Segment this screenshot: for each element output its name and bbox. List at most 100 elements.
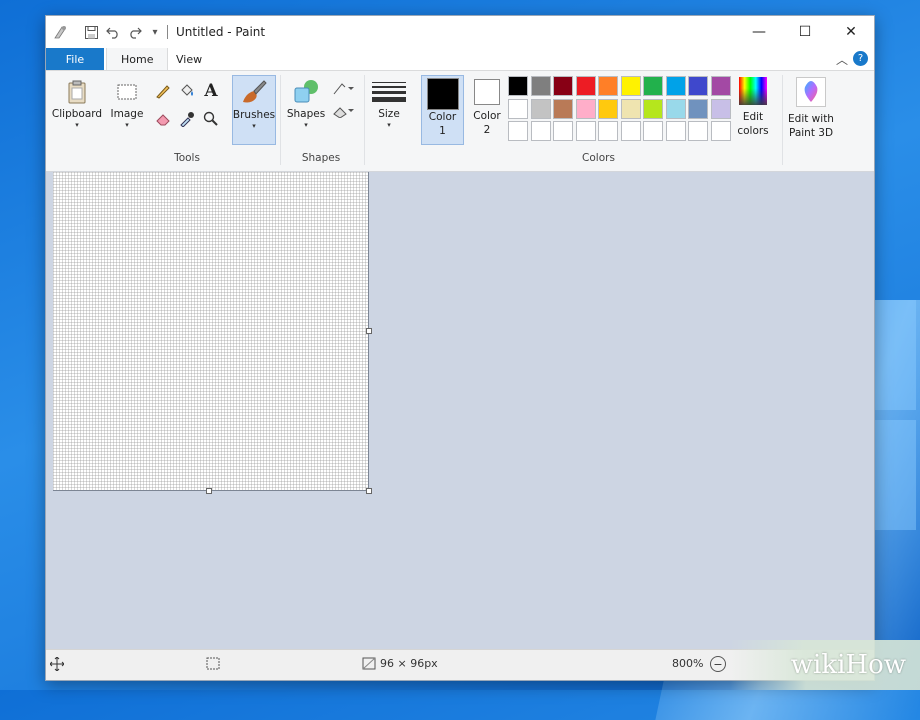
palette-swatch[interactable]: [665, 121, 686, 141]
edit-with-paint3d-button[interactable]: Edit with Paint 3D: [784, 77, 838, 140]
tab-file[interactable]: File: [46, 48, 104, 70]
edit-colors-label-2: colors: [737, 125, 769, 137]
chevron-down-icon: ▾: [387, 121, 391, 129]
palette-swatch[interactable]: [643, 76, 663, 96]
clipboard-label: Clipboard: [51, 108, 103, 120]
image-size-text: 96 × 96px: [380, 657, 438, 670]
undo-icon[interactable]: [104, 22, 122, 42]
edit-paint3d-label-1: Edit with: [788, 113, 834, 125]
eraser-icon[interactable]: [152, 109, 174, 129]
color2-swatch: [474, 79, 500, 105]
ribbon-tab-bar: File Home View ︿ ?: [46, 48, 874, 71]
palette-swatch[interactable]: [643, 98, 663, 119]
palette-swatch[interactable]: [553, 76, 573, 96]
group-divider: [280, 75, 281, 165]
text-tool-icon[interactable]: A: [200, 81, 222, 101]
title-separator: [167, 25, 168, 39]
resize-handle-corner[interactable]: [366, 488, 372, 494]
palette-swatch[interactable]: [620, 76, 641, 96]
edit-colors-label-1: Edit: [742, 111, 764, 123]
palette-swatch[interactable]: [688, 76, 708, 96]
palette-swatch[interactable]: [688, 121, 708, 141]
minimize-button[interactable]: —: [736, 16, 782, 48]
palette-swatch[interactable]: [508, 121, 528, 141]
palette-swatch[interactable]: [620, 121, 641, 141]
palette-swatch[interactable]: [553, 98, 573, 119]
tab-view[interactable]: View: [176, 48, 202, 70]
palette-swatch[interactable]: [665, 76, 686, 96]
palette-swatch[interactable]: [598, 76, 618, 96]
palette-swatch[interactable]: [665, 98, 686, 119]
color1-button[interactable]: Color 1: [421, 75, 464, 145]
palette-swatch[interactable]: [598, 98, 618, 119]
size-button[interactable]: Size ▾: [368, 77, 410, 129]
magnifier-icon[interactable]: [200, 109, 222, 129]
palette-swatch[interactable]: [575, 76, 596, 96]
palette-swatch[interactable]: [598, 121, 618, 141]
close-button[interactable]: ✕: [828, 16, 874, 48]
wikihow-watermark: wikiHow: [730, 640, 920, 690]
palette-swatch[interactable]: [688, 98, 708, 119]
select-icon: [114, 77, 140, 107]
color2-number: 2: [483, 124, 491, 136]
shapes-button[interactable]: Shapes ▾: [284, 77, 328, 129]
redo-icon[interactable]: [126, 22, 144, 42]
tab-home[interactable]: Home: [106, 48, 169, 70]
color-picker-icon[interactable]: [176, 109, 198, 129]
palette-swatch[interactable]: [575, 121, 596, 141]
image-size-indicator: 96 × 96px: [362, 657, 438, 670]
save-icon[interactable]: [82, 22, 100, 42]
zoom-level-text: 800%: [672, 657, 704, 670]
resize-handle-right[interactable]: [366, 328, 372, 334]
palette-swatch[interactable]: [575, 98, 596, 119]
brushes-button[interactable]: Brushes ▾: [232, 75, 276, 145]
group-divider: [782, 75, 783, 165]
paint3d-icon: [796, 77, 826, 107]
ribbon: Clipboard ▾ Image ▾ A Brushes ▾ Tools Sh…: [46, 71, 874, 172]
image-button[interactable]: Image ▾: [104, 77, 150, 129]
color2-label: Color: [473, 110, 501, 122]
fill-bucket-icon[interactable]: [176, 81, 198, 101]
palette-swatch[interactable]: [530, 121, 551, 141]
edit-colors-button[interactable]: Edit colors: [730, 77, 776, 138]
palette-swatch[interactable]: [553, 121, 573, 141]
title-bar: ▾ Untitled - Paint — ☐ ✕: [46, 16, 874, 48]
customize-quick-access-button[interactable]: ▾: [148, 22, 162, 42]
palette-swatch[interactable]: [530, 76, 551, 96]
move-icon: [50, 657, 64, 671]
paint-app-icon[interactable]: [52, 22, 70, 42]
image-label: Image: [110, 108, 144, 120]
brushes-label: Brushes: [232, 109, 276, 121]
palette-swatch[interactable]: [508, 76, 528, 96]
paint-window: ▾ Untitled - Paint — ☐ ✕ File Home View …: [45, 15, 875, 681]
group-label-tools: Tools: [174, 152, 200, 164]
canvas-workspace[interactable]: [46, 172, 874, 649]
window-title: Untitled - Paint: [176, 25, 266, 39]
resize-handle-bottom[interactable]: [206, 488, 212, 494]
collapse-ribbon-icon[interactable]: ︿: [836, 51, 848, 68]
chevron-down-icon: ▾: [304, 121, 308, 129]
color2-button[interactable]: Color 2: [466, 75, 508, 145]
shapes-icon: [291, 77, 321, 107]
group-divider: [364, 75, 365, 165]
clipboard-button[interactable]: Clipboard ▾: [52, 77, 102, 129]
outline-icon[interactable]: [330, 79, 356, 99]
palette-swatch[interactable]: [710, 121, 731, 141]
palette-swatch[interactable]: [620, 98, 641, 119]
color-spectrum-icon: [739, 77, 767, 105]
palette-swatch[interactable]: [643, 121, 663, 141]
clipboard-icon: [64, 77, 90, 107]
zoom-out-button[interactable]: −: [710, 656, 726, 672]
fill-icon[interactable]: [330, 101, 356, 121]
chevron-down-icon: ▾: [75, 121, 79, 129]
palette-swatch[interactable]: [710, 76, 731, 96]
palette-swatch[interactable]: [530, 98, 551, 119]
maximize-button[interactable]: ☐: [782, 16, 828, 48]
group-label-shapes: Shapes: [301, 152, 341, 164]
help-icon[interactable]: ?: [853, 51, 868, 66]
selection-size-icon: [206, 657, 220, 670]
palette-swatch[interactable]: [710, 98, 731, 119]
drawing-canvas[interactable]: [53, 172, 369, 491]
pencil-icon[interactable]: [152, 81, 174, 101]
palette-swatch[interactable]: [508, 98, 528, 119]
